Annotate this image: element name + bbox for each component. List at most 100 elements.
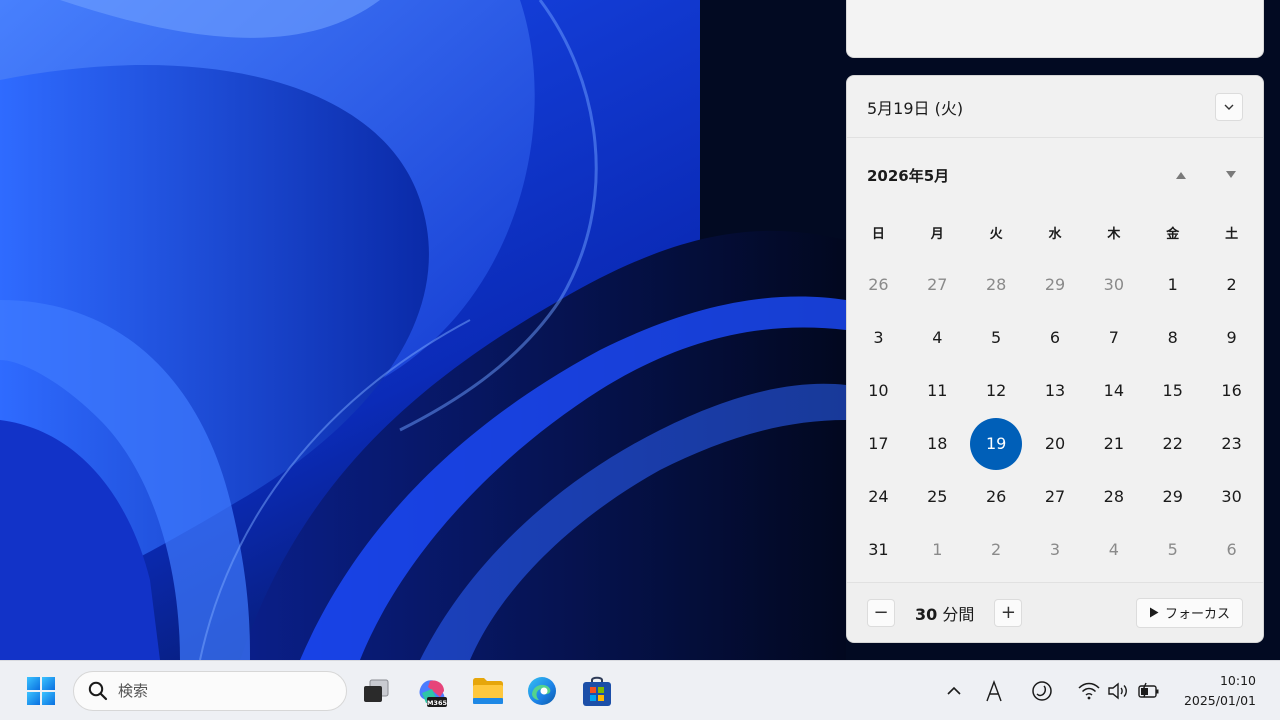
calendar-day-number: 18 bbox=[927, 434, 948, 453]
calendar-day[interactable]: 25 bbox=[908, 470, 967, 523]
calendar-day[interactable]: 18 bbox=[908, 417, 967, 470]
calendar-day[interactable]: 5 bbox=[967, 311, 1026, 364]
microsoft-365-copilot-icon[interactable]: M365 bbox=[416, 675, 450, 709]
calendar-day-selected[interactable]: 19 bbox=[967, 417, 1026, 470]
calendar-day[interactable]: 3 bbox=[849, 311, 908, 364]
calendar-day-number: 30 bbox=[1103, 275, 1125, 294]
calendar-day[interactable]: 2 bbox=[967, 523, 1026, 576]
ime-icon bbox=[986, 680, 1002, 702]
calendar-day-number: 12 bbox=[985, 381, 1007, 400]
calendar-day[interactable]: 26 bbox=[967, 470, 1026, 523]
calendar-day[interactable]: 6 bbox=[1202, 523, 1261, 576]
calendar-day-number: 6 bbox=[1049, 328, 1061, 347]
chevron-up-icon bbox=[947, 686, 961, 695]
start-focus-button[interactable]: フォーカス bbox=[1135, 597, 1243, 628]
calendar-day[interactable]: 3 bbox=[1026, 523, 1085, 576]
battery-icon bbox=[1138, 682, 1159, 698]
calendar-day-number: 30 bbox=[1221, 487, 1242, 506]
increase-minutes-button[interactable]: + bbox=[994, 598, 1023, 627]
calendar-day-number: 25 bbox=[927, 487, 948, 506]
calendar-day[interactable]: 10 bbox=[849, 364, 908, 417]
calendar-day-number: 19 bbox=[970, 417, 1023, 470]
calendar-day[interactable]: 8 bbox=[1143, 311, 1202, 364]
next-month-button[interactable] bbox=[1217, 161, 1245, 189]
triangle-up-icon bbox=[1176, 172, 1186, 179]
calendar-day-number: 24 bbox=[868, 487, 889, 506]
network-button[interactable] bbox=[1076, 679, 1102, 703]
calendar-day[interactable]: 1 bbox=[1143, 258, 1202, 311]
calendar-week-row: 26 27 28 29 30 1 2 bbox=[849, 258, 1261, 311]
decrease-minutes-button[interactable]: − bbox=[867, 598, 895, 627]
windows-start-icon[interactable] bbox=[26, 676, 56, 706]
calendar-day-number: 1 bbox=[1167, 275, 1178, 294]
focus-session-bar: − 30 分間 + フォーカス bbox=[847, 582, 1263, 642]
calendar-day[interactable]: 27 bbox=[1026, 470, 1085, 523]
calendar-day-number: 13 bbox=[1044, 381, 1066, 400]
calendar-day[interactable]: 30 bbox=[1202, 470, 1261, 523]
microsoft-store-icon[interactable] bbox=[582, 675, 612, 707]
weekday-header-row: 日月火水木金土 bbox=[849, 212, 1261, 258]
calendar-day[interactable]: 20 bbox=[1026, 417, 1085, 470]
calendar-day[interactable]: 28 bbox=[1084, 470, 1143, 523]
calendar-day[interactable]: 30 bbox=[1084, 258, 1143, 311]
calendar-day[interactable]: 17 bbox=[849, 417, 908, 470]
taskbar-search-box[interactable] bbox=[73, 671, 347, 711]
calendar-day[interactable]: 28 bbox=[967, 258, 1026, 311]
calendar-day[interactable]: 27 bbox=[908, 258, 967, 311]
edge-icon[interactable] bbox=[527, 676, 557, 706]
volume-icon bbox=[1108, 682, 1127, 700]
calendar-day-number: 20 bbox=[1044, 434, 1066, 453]
calendar-day-number: 27 bbox=[927, 275, 948, 294]
calendar-day-number: 22 bbox=[1162, 434, 1183, 453]
calendar-day[interactable]: 9 bbox=[1202, 311, 1261, 364]
calendar-day[interactable]: 4 bbox=[1084, 523, 1143, 576]
calendar-day-number: 5 bbox=[1167, 540, 1178, 559]
focus-assist-button[interactable] bbox=[1030, 679, 1054, 703]
focus-duration: 30 分間 bbox=[915, 601, 974, 625]
plus-icon: + bbox=[1000, 602, 1016, 623]
calendar-day[interactable]: 11 bbox=[908, 364, 967, 417]
calendar-day[interactable]: 12 bbox=[967, 364, 1026, 417]
weekday-label: 土 bbox=[1225, 227, 1239, 242]
calendar-day[interactable]: 4 bbox=[908, 311, 967, 364]
volume-button[interactable] bbox=[1106, 679, 1132, 703]
calendar-grid: 日月火水木金土 26 27 28 29 30 1 2 3 4 5 6 7 8 9 10 11 12 13 14 15 1… bbox=[847, 212, 1263, 576]
weekday-label: 木 bbox=[1107, 227, 1121, 242]
ime-indicator[interactable] bbox=[982, 679, 1006, 703]
show-hidden-icons-button[interactable] bbox=[942, 679, 966, 703]
calendar-day[interactable]: 7 bbox=[1084, 311, 1143, 364]
calendar-day[interactable]: 14 bbox=[1084, 364, 1143, 417]
calendar-day[interactable]: 22 bbox=[1143, 417, 1202, 470]
calendar-day[interactable]: 16 bbox=[1202, 364, 1261, 417]
calendar-day-number: 2 bbox=[991, 540, 1002, 559]
calendar-day[interactable]: 21 bbox=[1084, 417, 1143, 470]
calendar-day[interactable]: 24 bbox=[849, 470, 908, 523]
calendar-day-number: 2 bbox=[1226, 275, 1237, 294]
clock-time: 10:10 bbox=[1219, 673, 1256, 688]
calendar-day-number: 31 bbox=[868, 540, 889, 559]
calendar-day[interactable]: 23 bbox=[1202, 417, 1261, 470]
calendar-day[interactable]: 26 bbox=[849, 258, 908, 311]
task-view-icon[interactable] bbox=[362, 679, 390, 705]
calendar-day[interactable]: 1 bbox=[908, 523, 967, 576]
collapse-calendar-button[interactable] bbox=[1215, 92, 1243, 121]
previous-month-button[interactable] bbox=[1167, 161, 1195, 189]
file-explorer-icon[interactable] bbox=[472, 677, 504, 705]
calendar-day[interactable]: 15 bbox=[1143, 364, 1202, 417]
calendar-week-row: 17 18 19 20 21 22 23 bbox=[849, 417, 1261, 470]
calendar-day[interactable]: 29 bbox=[1143, 470, 1202, 523]
search-input[interactable] bbox=[118, 682, 318, 700]
calendar-day[interactable]: 31 bbox=[849, 523, 908, 576]
calendar-week-row: 3 4 5 6 7 8 9 bbox=[849, 311, 1261, 364]
calendar-day[interactable]: 13 bbox=[1026, 364, 1085, 417]
calendar-day[interactable]: 2 bbox=[1202, 258, 1261, 311]
triangle-down-icon bbox=[1226, 171, 1236, 178]
battery-button[interactable] bbox=[1136, 679, 1162, 703]
calendar-day[interactable]: 29 bbox=[1026, 258, 1085, 311]
wifi-icon bbox=[1078, 682, 1100, 700]
calendar-day[interactable]: 6 bbox=[1026, 311, 1085, 364]
month-title[interactable]: 2026年5月 bbox=[867, 165, 949, 186]
month-navigation: 2026年5月 bbox=[847, 138, 1263, 212]
calendar-day[interactable]: 5 bbox=[1143, 523, 1202, 576]
taskbar-clock[interactable]: 10:10 2025/01/01 bbox=[1184, 671, 1256, 711]
